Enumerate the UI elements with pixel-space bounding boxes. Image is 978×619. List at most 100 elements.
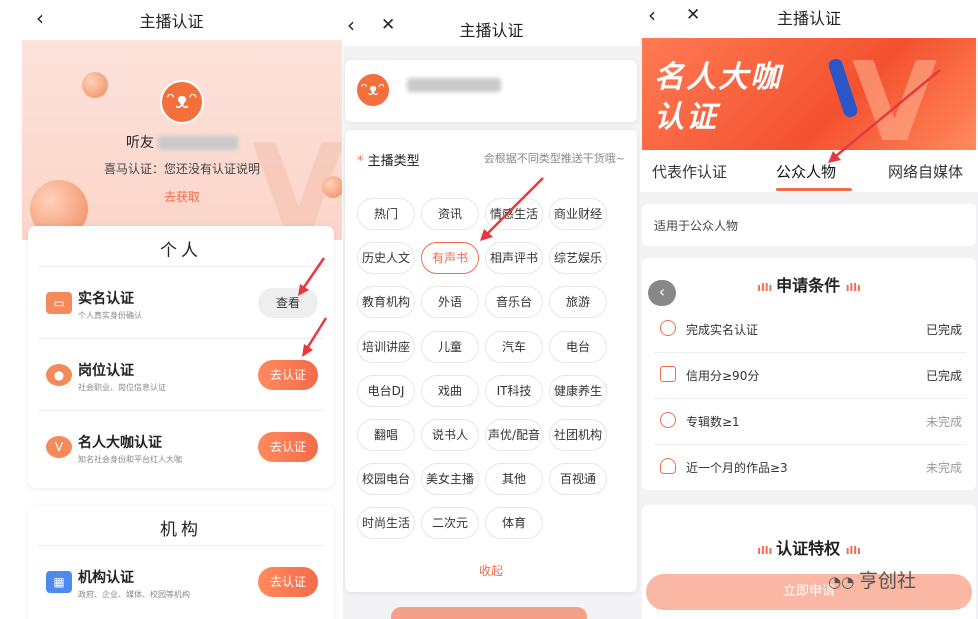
category-chip[interactable]: 商业财经 bbox=[549, 198, 607, 230]
category-chip[interactable]: 说书人 bbox=[421, 419, 479, 451]
view-button[interactable]: 查看 bbox=[258, 288, 318, 318]
gift-icon bbox=[660, 366, 676, 382]
category-chip[interactable]: 儿童 bbox=[421, 330, 479, 363]
category-chip[interactable]: 声优/配音 bbox=[485, 419, 543, 451]
applies-text: 适用于公众人物 bbox=[654, 219, 739, 233]
category-chip[interactable]: 培训讲座 bbox=[357, 330, 415, 363]
category-chip[interactable]: 戏曲 bbox=[421, 374, 479, 407]
avatar[interactable]: ᵔᴥᵔ bbox=[355, 72, 391, 108]
category-chip[interactable]: IT科技 bbox=[485, 374, 543, 407]
type-label: 主播类型 bbox=[367, 154, 420, 169]
category-chip[interactable]: 二次元 bbox=[421, 507, 479, 540]
certify-button[interactable]: 去认证 bbox=[258, 432, 318, 462]
page-title: 主播认证 bbox=[139, 12, 204, 31]
tab-public-figure[interactable]: 公众人物 bbox=[776, 161, 836, 182]
watermark-text: 亨创社 bbox=[858, 570, 916, 592]
category-chip[interactable]: 健康养生 bbox=[549, 374, 607, 407]
category-chip[interactable]: 其他 bbox=[485, 463, 543, 496]
page-title: 主播认证 bbox=[776, 9, 841, 28]
section-title-personal: 个人 bbox=[160, 241, 202, 261]
divider bbox=[38, 545, 324, 546]
collapse-side-button[interactable]: ‹ bbox=[648, 280, 676, 306]
get-link[interactable]: 去获取 bbox=[22, 188, 342, 205]
category-chip[interactable]: 音乐台 bbox=[485, 286, 543, 319]
category-chip[interactable]: 电台DJ bbox=[357, 374, 415, 407]
screen-personal-auth: ‹ 主播认证 V ᵔᴥᵔ 听友 喜马认证：您还没有认证说明 去获取 个人 ▭ 实… bbox=[0, 0, 343, 619]
category-chip[interactable]: 历史人文 bbox=[357, 242, 415, 275]
divider bbox=[38, 410, 324, 411]
screen-anchor-type: ‹ ✕ 主播认证 ᵔᴥᵔ * 主播类型 会根据不同类型推送干货哦~ 热门 资讯 情感… bbox=[343, 0, 640, 619]
category-chip[interactable]: 时尚生活 bbox=[357, 507, 415, 540]
tab-works[interactable]: 代表作认证 bbox=[652, 161, 727, 182]
condition-status: 未完成 bbox=[925, 415, 962, 429]
category-chip[interactable]: 情感生活 bbox=[485, 198, 543, 230]
collapse-link[interactable]: 收起 bbox=[345, 562, 637, 579]
person-icon: ● bbox=[46, 364, 72, 386]
category-chip[interactable]: 旅游 bbox=[549, 286, 607, 319]
certify-button[interactable]: 去认证 bbox=[258, 567, 318, 597]
vip-person-icon: V bbox=[46, 436, 72, 458]
celebrity-banner: V 名人大咖 认证 bbox=[642, 38, 976, 150]
mic-icon bbox=[660, 458, 676, 474]
condition-row: 完成实名认证 已完成 bbox=[654, 306, 966, 352]
row-realname[interactable]: ▭ 实名认证 个人真实身份确认 查看 bbox=[38, 268, 324, 338]
category-chip[interactable]: 热门 bbox=[357, 198, 415, 230]
profile-name-row: 听友 bbox=[126, 132, 239, 152]
category-chip[interactable]: 汽车 bbox=[485, 330, 543, 363]
category-chip[interactable]: 外语 bbox=[421, 286, 479, 319]
tab-self-media[interactable]: 网络自媒体 bbox=[888, 161, 963, 182]
conditions-title: 申请条件 bbox=[776, 276, 841, 295]
row-title: 名人大咖认证 bbox=[78, 435, 162, 451]
confirm-button[interactable] bbox=[391, 607, 587, 619]
row-org[interactable]: ▦ 机构认证 政府、企业、媒体、校园等机构 去认证 bbox=[38, 547, 324, 617]
divider bbox=[38, 266, 324, 267]
auth-note: 喜马认证：您还没有认证说明 bbox=[103, 162, 260, 176]
privilege-title-row: ıllı 认证特权 ıllı bbox=[642, 535, 976, 559]
album-icon bbox=[660, 412, 676, 428]
row-subtitle: 社会职业、岗位信息认证 bbox=[78, 383, 166, 392]
wechat-icon: ◔◔ bbox=[828, 573, 859, 591]
sound-wave-icon: ıllı bbox=[757, 544, 777, 557]
row-celebrity[interactable]: V 名人大咖认证 知名社会身份和平台红人大咖 去认证 bbox=[38, 412, 324, 482]
banner-line1: 名人大咖 bbox=[654, 60, 782, 95]
category-chip[interactable]: 体育 bbox=[485, 507, 543, 540]
tab-indicator bbox=[776, 188, 852, 191]
row-subtitle: 知名社会身份和平台红人大咖 bbox=[78, 455, 182, 464]
row-title: 岗位认证 bbox=[78, 363, 134, 379]
category-chip[interactable]: 资讯 bbox=[421, 198, 479, 230]
row-job[interactable]: ● 岗位认证 社会职业、岗位信息认证 去认证 bbox=[38, 340, 324, 410]
category-chip[interactable]: 翻唱 bbox=[357, 419, 415, 451]
category-chip[interactable]: 电台 bbox=[549, 330, 607, 363]
apply-button[interactable]: 立即申请 bbox=[646, 574, 972, 610]
condition-status: 未完成 bbox=[925, 461, 962, 475]
nav-bar: ‹ ✕ 主播认证 bbox=[343, 0, 640, 46]
category-chip[interactable]: 社团机构 bbox=[549, 419, 607, 451]
category-chip[interactable]: 有声书 bbox=[421, 242, 479, 275]
avatar[interactable]: ᵔᴥᵔ bbox=[160, 80, 204, 124]
type-label-row: * 主播类型 bbox=[357, 150, 420, 169]
user-icon bbox=[660, 320, 676, 336]
condition-status: 已完成 bbox=[925, 369, 962, 383]
profile-name: 听友 bbox=[126, 135, 154, 151]
section-title-org: 机构 bbox=[160, 520, 202, 540]
condition-label: 完成实名认证 bbox=[686, 323, 759, 337]
page-title: 主播认证 bbox=[459, 21, 524, 40]
category-chip[interactable]: 教育机构 bbox=[357, 286, 415, 319]
category-chip[interactable]: 百视通 bbox=[549, 463, 607, 496]
condition-row: 专辑数≥1 未完成 bbox=[654, 398, 966, 444]
sound-wave-icon: ıllı bbox=[845, 544, 861, 557]
personal-card: 个人 ▭ 实名认证 个人真实身份确认 查看 ● 岗位认证 社会职业、岗位信息认证… bbox=[28, 226, 334, 488]
tab-bar: 代表作认证 公众人物 网络自媒体 bbox=[640, 150, 978, 192]
nav-bar: ‹ 主播认证 bbox=[0, 0, 343, 38]
profile-header: V ᵔᴥᵔ 听友 喜马认证：您还没有认证说明 去获取 bbox=[22, 40, 342, 240]
category-chip[interactable]: 美女主播 bbox=[421, 463, 479, 496]
conditions-title-row: ıllı 申请条件 ıllı bbox=[642, 272, 976, 296]
privilege-title: 认证特权 bbox=[776, 539, 841, 558]
category-chip[interactable]: 综艺娱乐 bbox=[549, 242, 607, 275]
category-chip[interactable]: 校园电台 bbox=[357, 463, 415, 496]
id-card-icon: ▭ bbox=[46, 292, 72, 314]
category-chip[interactable]: 相声评书 bbox=[485, 242, 543, 275]
certify-button[interactable]: 去认证 bbox=[258, 360, 318, 390]
conditions-card: ıllı 申请条件 ıllı ‹ 完成实名认证 已完成 信用分≥90分 已完成 … bbox=[642, 258, 976, 490]
nav-bar: ‹ ✕ 主播认证 bbox=[640, 0, 978, 38]
